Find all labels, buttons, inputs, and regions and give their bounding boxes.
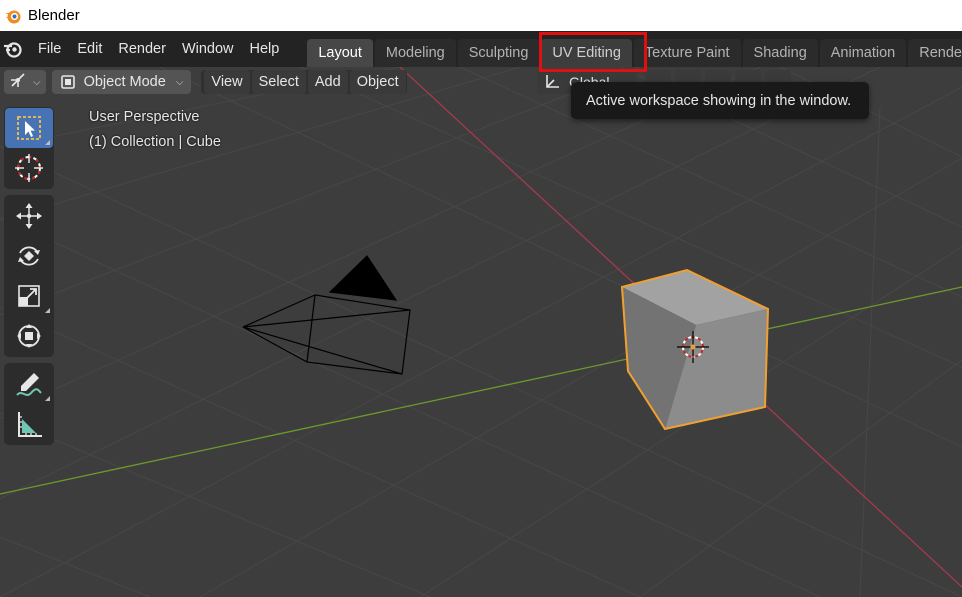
scale-tool[interactable] — [5, 276, 53, 316]
editor-type-icon — [9, 71, 27, 93]
object-mode-icon — [60, 74, 76, 90]
camera-object[interactable] — [242, 255, 411, 375]
blender-logo-icon — [4, 7, 22, 25]
window-title: Blender — [28, 7, 80, 24]
tab-animation[interactable]: Animation — [819, 39, 907, 67]
tool-group-annotate — [4, 363, 54, 445]
mode-label: Object Mode — [83, 74, 166, 90]
menu-edit[interactable]: Edit — [69, 37, 110, 61]
menu-object[interactable]: Object — [349, 70, 406, 94]
perspective-label: User Perspective — [89, 109, 200, 125]
tool-group-select — [4, 107, 54, 189]
annotate-tool[interactable] — [5, 364, 53, 404]
editor-type-button[interactable]: ⌵ — [4, 70, 46, 94]
annotate-icon — [14, 369, 44, 399]
menu-view[interactable]: View — [204, 70, 250, 94]
rotate-icon — [14, 241, 44, 271]
tooltip-text: Active workspace showing in the window. — [586, 92, 852, 109]
rotate-tool[interactable] — [5, 236, 53, 276]
transform-tool[interactable] — [5, 316, 53, 356]
menu-add[interactable]: Add — [307, 70, 348, 94]
workspace-tooltip: Active workspace showing in the window. — [571, 82, 869, 119]
cursor-icon — [14, 153, 44, 183]
tab-rendering[interactable]: Rende — [908, 39, 962, 67]
menu-help[interactable]: Help — [242, 37, 288, 61]
move-tool[interactable] — [5, 196, 53, 236]
orientation-icon — [543, 73, 561, 91]
select-box-tool[interactable] — [5, 108, 53, 148]
menu-select[interactable]: Select — [251, 70, 306, 94]
tab-layout[interactable]: Layout — [307, 39, 373, 67]
y-axis-line — [0, 286, 962, 495]
transform-icon — [14, 321, 44, 351]
viewport-menus: View Select Add Object — [201, 70, 407, 94]
scale-icon — [15, 282, 43, 310]
move-icon — [14, 201, 44, 231]
collection-label: (1) Collection | Cube — [89, 134, 221, 150]
tool-options-indicator — [45, 140, 50, 145]
measure-icon — [14, 409, 44, 439]
tool-shelf — [4, 107, 54, 451]
select-box-icon — [15, 114, 43, 142]
tab-modeling[interactable]: Modeling — [374, 39, 456, 67]
tab-sculpting[interactable]: Sculpting — [457, 39, 540, 67]
mode-dropdown[interactable]: Object Mode ⌵ — [51, 70, 192, 94]
highlight-box — [539, 32, 647, 72]
window-titlebar: Blender — [0, 0, 962, 31]
blender-topbar: File Edit Render Window Help Layout Mode… — [0, 31, 962, 67]
menu-file[interactable]: File — [30, 37, 69, 61]
blender-menu-icon[interactable] — [3, 38, 23, 60]
menu-window[interactable]: Window — [174, 37, 242, 61]
tool-options-indicator — [45, 396, 50, 401]
tool-options-indicator — [45, 308, 50, 313]
tab-texture-paint[interactable]: Texture Paint — [633, 39, 741, 67]
tool-group-transform — [4, 195, 54, 357]
tab-shading[interactable]: Shading — [742, 39, 818, 67]
chevron-down-icon: ⌵ — [33, 76, 41, 88]
3d-viewport[interactable]: ⌵ Object Mode ⌵ View Select Add Object U… — [0, 67, 962, 597]
cursor-tool[interactable] — [5, 148, 53, 188]
menu-render[interactable]: Render — [110, 37, 174, 61]
measure-tool[interactable] — [5, 404, 53, 444]
cube-object[interactable] — [620, 268, 770, 431]
chevron-down-icon: ⌵ — [175, 76, 184, 88]
